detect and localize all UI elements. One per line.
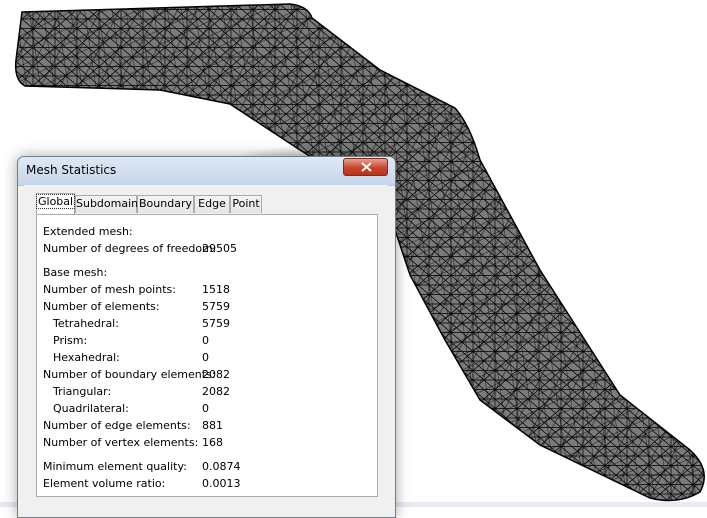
tab-boundary[interactable]: Boundary (137, 195, 194, 213)
close-icon (361, 162, 372, 172)
vertex-elements-value: 168 (202, 436, 223, 449)
extended-mesh-heading: Extended mesh: (43, 225, 133, 238)
mesh-points-label: Number of mesh points: (43, 283, 176, 296)
tab-edge[interactable]: Edge (194, 195, 230, 213)
hexahedral-label: Hexahedral: (53, 351, 120, 364)
hexahedral-value: 0 (202, 351, 209, 364)
tab-subdomain[interactable]: Subdomain (75, 195, 139, 213)
tab-boundary-label: Boundary (139, 197, 192, 210)
triangular-value: 2082 (202, 385, 230, 398)
dialog-client: Global Subdomain Boundary Edge Point Ext… (24, 185, 388, 515)
dof-label: Number of degrees of freedom: (43, 242, 217, 255)
vertex-elements-label: Number of vertex elements: (43, 436, 199, 449)
tab-global-label: Global (35, 194, 76, 209)
elements-label: Number of elements: (43, 300, 160, 313)
tab-point-label: Point (232, 197, 260, 210)
mesh-points-value: 1518 (202, 283, 230, 296)
elements-value: 5759 (202, 300, 230, 313)
close-button[interactable] (343, 158, 388, 176)
prism-value: 0 (202, 334, 209, 347)
tab-point[interactable]: Point (230, 195, 262, 213)
volume-ratio-label: Element volume ratio: (43, 477, 166, 490)
dialog-titlebar[interactable]: Mesh Statistics (18, 157, 395, 186)
triangular-label: Triangular: (53, 385, 112, 398)
boundary-elements-label: Number of boundary elements: (43, 368, 216, 381)
edge-elements-value: 881 (202, 419, 223, 432)
tab-global[interactable]: Global (35, 193, 76, 214)
quadrilateral-value: 0 (202, 402, 209, 415)
global-tab-panel: Extended mesh: Number of degrees of free… (36, 214, 378, 497)
tab-subdomain-label: Subdomain (76, 197, 139, 210)
min-quality-value: 0.0874 (202, 460, 241, 473)
edge-elements-label: Number of edge elements: (43, 419, 191, 432)
tetrahedral-label: Tetrahedral: (53, 317, 119, 330)
min-quality-label: Minimum element quality: (43, 460, 187, 473)
tetrahedral-value: 5759 (202, 317, 230, 330)
volume-ratio-value: 0.0013 (202, 477, 241, 490)
quadrilateral-label: Quadrilateral: (53, 402, 129, 415)
tab-edge-label: Edge (198, 197, 226, 210)
mesh-statistics-dialog: Mesh Statistics Global Subdomain Boundar… (17, 156, 396, 518)
base-mesh-heading: Base mesh: (43, 266, 108, 279)
prism-label: Prism: (53, 334, 88, 347)
dialog-title: Mesh Statistics (26, 163, 117, 177)
dof-value: 29505 (202, 242, 237, 255)
boundary-elements-value: 2082 (202, 368, 230, 381)
